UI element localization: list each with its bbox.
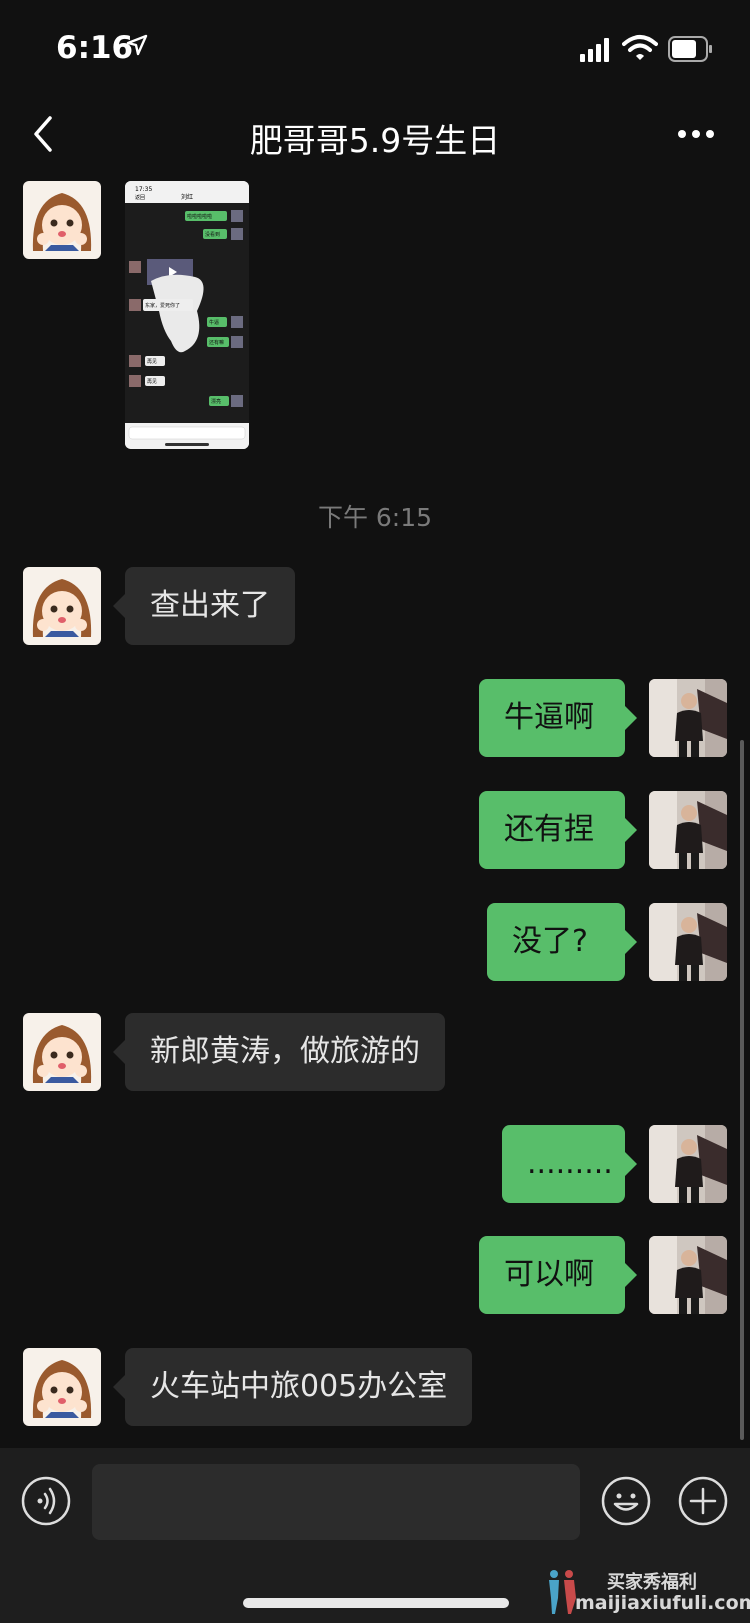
my-avatar[interactable]: [649, 1125, 727, 1203]
incoming-message-bubble[interactable]: 火车站中旅005办公室: [112, 1348, 473, 1426]
more-dots-icon[interactable]: [676, 124, 716, 144]
chat-title: 肥哥哥5.9号生日: [249, 121, 501, 160]
contact-avatar[interactable]: [23, 1013, 101, 1091]
contact-avatar[interactable]: [23, 181, 101, 259]
girl-cartoon-avatar-image: [23, 1013, 101, 1091]
watermark: 买家秀福利 maijiaxiufuli.com: [545, 1568, 750, 1618]
my-avatar[interactable]: [649, 903, 727, 981]
chat-header: 肥哥哥5.9号生日: [0, 96, 750, 176]
emoji-icon[interactable]: [600, 1475, 652, 1527]
status-time: 6:16: [56, 30, 134, 66]
home-indicator[interactable]: [243, 1598, 509, 1608]
watermark-figures-icon: [549, 1570, 576, 1614]
contact-avatar[interactable]: [23, 1348, 101, 1426]
thumb-time: 17:35: [135, 186, 152, 193]
location-arrow-icon: [126, 34, 148, 56]
man-photo-avatar-image: [649, 791, 727, 869]
man-photo-avatar-image: [649, 679, 727, 757]
man-photo-avatar-image: [649, 1125, 727, 1203]
man-photo-avatar-image: [649, 903, 727, 981]
screenshot-content: 17:35 刘红 返回 啦啦啦啦啦 没看到 东家，爱死你了 牛逼 还有嘛 再见 …: [125, 181, 249, 449]
wifi-icon: [622, 35, 658, 60]
watermark-text: 买家秀福利: [607, 1572, 697, 1593]
chat-scrollbar[interactable]: [740, 740, 744, 1440]
outgoing-message-bubble[interactable]: 牛逼啊: [479, 679, 637, 757]
my-avatar[interactable]: [649, 791, 727, 869]
thumb-msg: 没看到: [205, 231, 220, 238]
message-timestamp: 下午 6:15: [317, 503, 433, 532]
my-avatar[interactable]: [649, 1236, 727, 1314]
thumb-title: 刘红: [181, 193, 193, 201]
battery-icon: [668, 36, 712, 62]
girl-cartoon-avatar-image: [23, 181, 101, 259]
outgoing-message-bubble[interactable]: 还有捏: [479, 791, 637, 869]
girl-cartoon-avatar-image: [23, 567, 101, 645]
incoming-message-bubble[interactable]: 查出来了: [113, 567, 295, 645]
shared-screenshot-image[interactable]: 17:35 刘红 返回 啦啦啦啦啦 没看到 东家，爱死你了 牛逼 还有嘛 再见 …: [125, 181, 249, 449]
watermark-url: maijiaxiufuli.com: [575, 1592, 750, 1614]
thumb-msg: 漂亮: [211, 398, 221, 405]
status-bar: 6:16: [0, 0, 750, 96]
outgoing-message-bubble[interactable]: 可以啊: [479, 1236, 637, 1314]
man-photo-avatar-image: [649, 1236, 727, 1314]
outgoing-message-bubble[interactable]: .........: [502, 1125, 637, 1203]
contact-avatar[interactable]: [23, 567, 101, 645]
plus-icon[interactable]: [677, 1475, 729, 1527]
signal-icon: [580, 38, 609, 62]
my-avatar[interactable]: [649, 679, 727, 757]
girl-cartoon-avatar-image: [23, 1348, 101, 1426]
incoming-message-bubble[interactable]: 新郎黄涛，做旅游的: [113, 1013, 445, 1091]
thumb-msg: 东家，爱死你了: [145, 302, 180, 309]
thumb-msg: 啦啦啦啦啦: [187, 213, 212, 220]
voice-icon[interactable]: [20, 1475, 72, 1527]
message-input[interactable]: [92, 1464, 580, 1540]
thumb-back: 返回: [135, 194, 145, 201]
thumb-msg: 再见: [147, 359, 157, 365]
thumb-msg: 牛逼: [209, 319, 219, 326]
thumb-msg: 再见: [147, 379, 157, 385]
thumb-msg: 还有嘛: [209, 339, 224, 346]
outgoing-message-bubble[interactable]: 没了?: [487, 903, 637, 981]
